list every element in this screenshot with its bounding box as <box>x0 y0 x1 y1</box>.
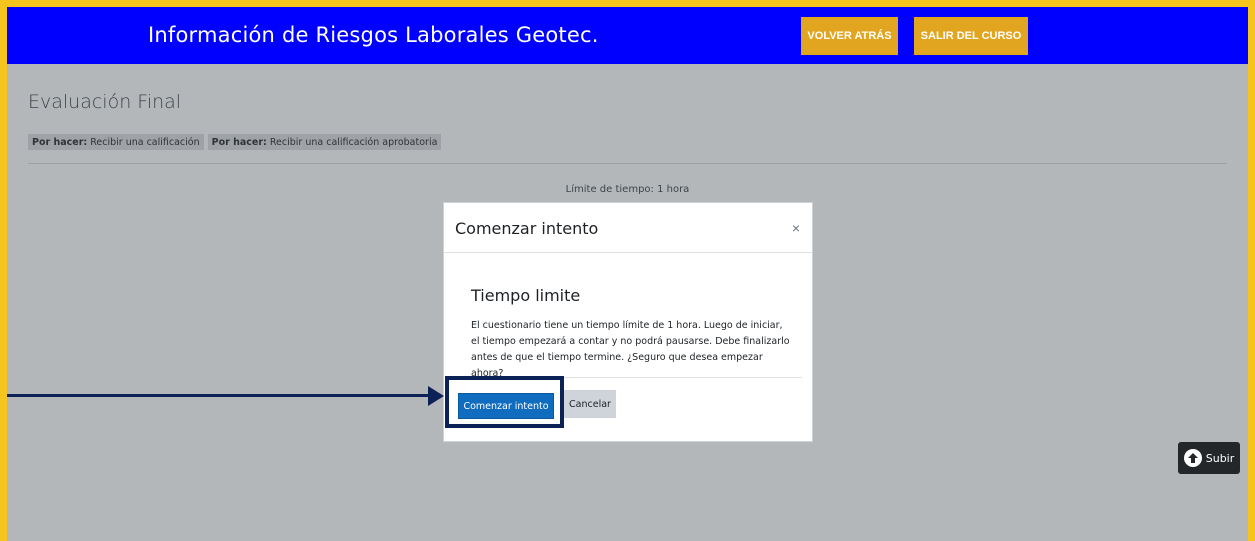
site-title: Información de Riesgos Laborales Geotec. <box>148 23 599 47</box>
badge-prefix: Por hacer: <box>211 136 267 148</box>
annotation-arrow-head <box>428 386 444 406</box>
modal-heading: Tiempo limite <box>471 286 581 305</box>
badge-prefix: Por hacer: <box>32 136 88 148</box>
completion-badges: Por hacer: Recibir una calificación Por … <box>28 134 442 150</box>
page-title: Evaluación Final <box>28 91 182 113</box>
divider <box>28 163 1227 164</box>
exit-course-button[interactable]: SALIR DEL CURSO <box>914 17 1028 55</box>
todo-badge: Por hacer: Recibir una calificación apro… <box>207 134 442 150</box>
top-bar: Información de Riesgos Laborales Geotec.… <box>7 7 1248 64</box>
todo-badge: Por hacer: Recibir una calificación <box>28 134 204 150</box>
modal-title: Comenzar intento <box>455 219 599 238</box>
badge-text: Recibir una calificación aprobatoria <box>269 136 438 148</box>
scroll-top-label: Subir <box>1205 451 1235 465</box>
cancel-button[interactable]: Cancelar <box>564 390 616 418</box>
time-limit-text: Límite de tiempo: 1 hora <box>565 184 690 195</box>
annotation-highlight-box <box>445 376 564 428</box>
close-icon[interactable]: × <box>792 220 800 236</box>
page-frame: Información de Riesgos Laborales Geotec.… <box>7 7 1248 541</box>
modal-body-text: El cuestionario tiene un tiempo límite d… <box>471 320 790 379</box>
arrow-up-circle-icon <box>1183 449 1202 467</box>
scroll-top-button[interactable]: Subir <box>1178 442 1240 474</box>
badge-text: Recibir una calificación <box>90 136 200 148</box>
back-button[interactable]: VOLVER ATRÁS <box>801 17 898 55</box>
modal-header: Comenzar intento × <box>444 203 812 253</box>
annotation-arrow-line <box>7 394 431 397</box>
